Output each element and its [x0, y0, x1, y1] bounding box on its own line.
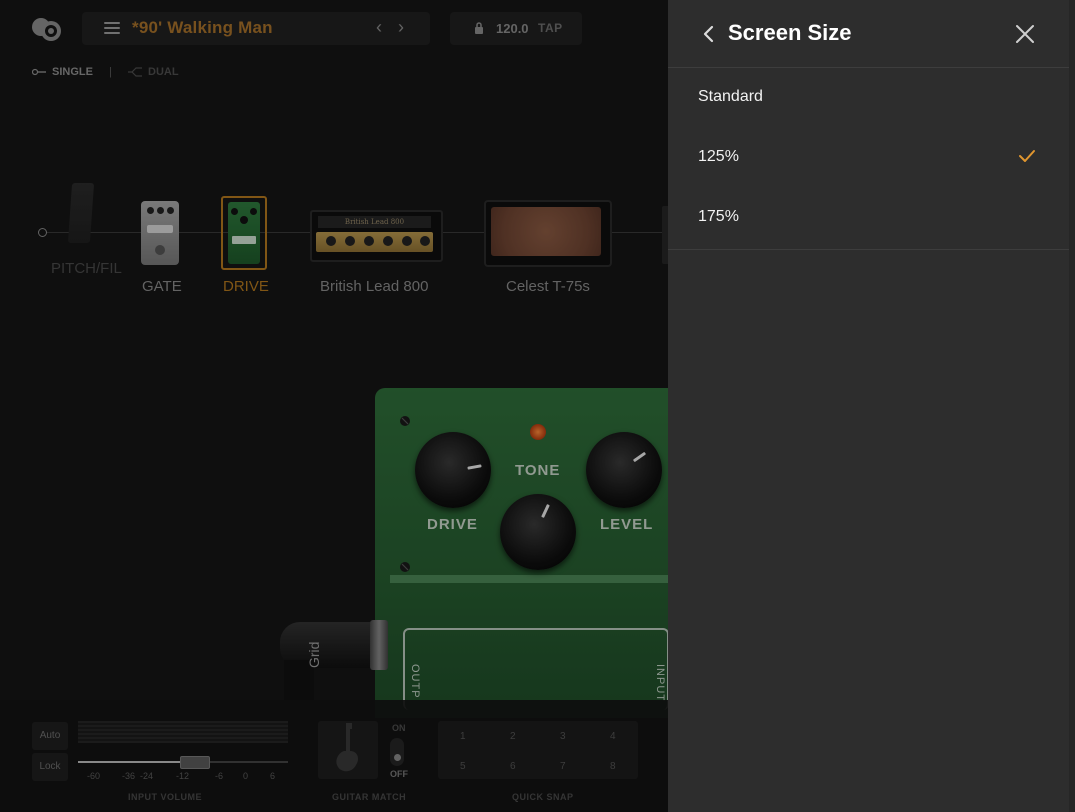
- snap-slot-7[interactable]: 7: [560, 761, 566, 772]
- tempo-value[interactable]: 120.0: [496, 21, 529, 36]
- guitar-match-toggle[interactable]: [390, 738, 404, 766]
- cabinet-block[interactable]: [484, 200, 612, 267]
- tick-label: 0: [243, 771, 249, 781]
- amp-block[interactable]: British Lead 800: [310, 210, 443, 262]
- tick-label: -60: [87, 771, 101, 781]
- close-icon[interactable]: [1012, 21, 1038, 47]
- off-label: OFF: [390, 769, 408, 779]
- input-volume-label: INPUT VOLUME: [128, 792, 203, 802]
- mode-dual-button[interactable]: DUAL: [148, 66, 179, 78]
- lock-icon[interactable]: [474, 22, 484, 34]
- amp-nameplate: British Lead 800: [318, 216, 431, 228]
- knob-indicator: [467, 464, 482, 470]
- input-volume-handle[interactable]: [180, 756, 210, 769]
- guitar-match-button[interactable]: [318, 721, 378, 779]
- knob-indicator: [632, 451, 647, 463]
- panel-title: Screen Size: [728, 20, 852, 45]
- tick-label: -36: [122, 771, 136, 781]
- menu-icon[interactable]: [104, 22, 120, 35]
- back-icon[interactable]: [698, 20, 720, 48]
- chain-input-node: [38, 228, 47, 237]
- single-chain-icon: [32, 68, 46, 76]
- previous-preset-icon[interactable]: ‹: [376, 17, 382, 38]
- chain-label-pitch-filter: PITCH/FIL: [51, 260, 122, 277]
- tone-knob-label: TONE: [515, 462, 561, 479]
- guitar-match-label: GUITAR MATCH: [332, 792, 407, 802]
- snap-slot-1[interactable]: 1: [460, 731, 466, 742]
- quick-snap-grid: [438, 721, 638, 779]
- pitch-filter-block[interactable]: [66, 183, 96, 245]
- tick-label: -24: [140, 771, 154, 781]
- output-jack-label: OUTP: [409, 664, 421, 699]
- jack-panel: [403, 628, 668, 710]
- on-label: ON: [392, 723, 406, 733]
- level-knob[interactable]: [586, 432, 662, 508]
- drive-pedal-block[interactable]: [221, 196, 267, 270]
- drive-knob-label: DRIVE: [427, 516, 478, 533]
- snap-slot-8[interactable]: 8: [610, 761, 616, 772]
- screw-icon: [400, 562, 410, 572]
- screen-size-option-175[interactable]: 175%: [668, 188, 1069, 248]
- snap-slot-6[interactable]: 6: [510, 761, 516, 772]
- checkmark-icon: [1019, 150, 1035, 162]
- screen-size-option-standard[interactable]: Standard: [668, 68, 1069, 128]
- chain-label-amp: British Lead 800: [320, 278, 429, 295]
- chain-label-cabinet: Celest T-75s: [506, 278, 590, 295]
- tone-knob[interactable]: [500, 494, 576, 570]
- mode-single-button[interactable]: SINGLE: [52, 66, 93, 78]
- input-volume-fill: [78, 761, 186, 763]
- input-level-meter: [78, 721, 288, 743]
- cable-brand: Grid: [306, 641, 322, 668]
- guitar-icon: [336, 723, 358, 772]
- gate-pedal-block[interactable]: [141, 201, 179, 265]
- quick-snap-label: QUICK SNAP: [512, 792, 574, 802]
- lock-button[interactable]: Lock: [32, 753, 68, 781]
- screw-icon: [400, 416, 410, 426]
- preset-selector[interactable]: *90' Walking Man ‹ ›: [82, 12, 430, 45]
- chain-label-gate: GATE: [142, 278, 182, 295]
- option-label: 175%: [698, 208, 739, 225]
- chain-label-drive: DRIVE: [223, 278, 269, 295]
- toggle-knob: [394, 754, 401, 761]
- screen-size-option-125[interactable]: 125%: [668, 128, 1069, 188]
- main-app: *90' Walking Man ‹ › 120.0 TAP SINGLE | …: [0, 0, 668, 812]
- snap-slot-4[interactable]: 4: [610, 731, 616, 742]
- option-label: Standard: [698, 88, 763, 105]
- status-led: [530, 424, 546, 440]
- plug-jack: [370, 620, 388, 670]
- tick-label: -6: [215, 771, 224, 781]
- drive-knob[interactable]: [415, 432, 491, 508]
- tap-button[interactable]: TAP: [538, 21, 563, 35]
- scrollbar[interactable]: [1069, 0, 1075, 812]
- panel-divider: [668, 249, 1069, 250]
- snap-slot-2[interactable]: 2: [510, 731, 516, 742]
- tick-label: -12: [176, 771, 190, 781]
- dual-chain-icon: [128, 67, 142, 77]
- next-preset-icon[interactable]: ›: [398, 17, 404, 38]
- option-label: 125%: [698, 148, 739, 165]
- auto-button[interactable]: Auto: [32, 722, 68, 750]
- snap-slot-3[interactable]: 3: [560, 731, 566, 742]
- preset-name[interactable]: *90' Walking Man: [132, 18, 273, 38]
- pedal-edge: [390, 575, 668, 583]
- tick-label: 6: [270, 771, 276, 781]
- app-logo-icon[interactable]: [30, 14, 64, 44]
- snap-slot-5[interactable]: 5: [460, 761, 466, 772]
- tempo-control[interactable]: 120.0 TAP: [450, 12, 582, 45]
- knob-indicator: [541, 504, 550, 518]
- input-jack-label: INPUT: [654, 664, 666, 702]
- level-knob-label: LEVEL: [600, 516, 654, 533]
- mode-separator: |: [109, 66, 112, 78]
